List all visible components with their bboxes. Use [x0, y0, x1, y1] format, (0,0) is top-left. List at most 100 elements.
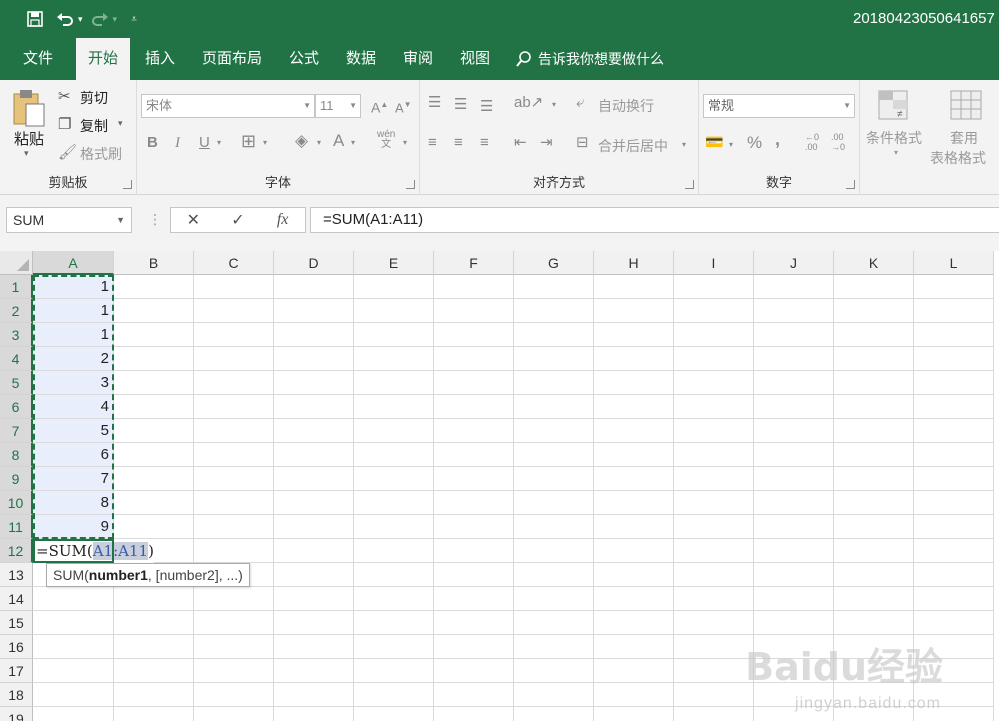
cell-d10[interactable] — [274, 491, 354, 515]
underline-dropdown-icon[interactable]: ▾ — [217, 134, 221, 152]
row-header-10[interactable]: 10 — [0, 491, 33, 515]
row-header-14[interactable]: 14 — [0, 587, 33, 611]
cell-i7[interactable] — [674, 419, 754, 443]
merge-center-icon[interactable]: ⊟ — [576, 134, 589, 152]
cell-d15[interactable] — [274, 611, 354, 635]
orientation-icon[interactable]: ab↗ — [514, 94, 543, 112]
cell-a9[interactable]: 7 — [33, 467, 114, 491]
cell-h12[interactable] — [594, 539, 674, 563]
cell-i5[interactable] — [674, 371, 754, 395]
font-size-select[interactable]: 11 ▼ — [315, 94, 361, 118]
paste-button[interactable]: 粘贴 — [14, 128, 44, 149]
cell-j3[interactable] — [754, 323, 834, 347]
cell-l14[interactable] — [914, 587, 994, 611]
cell-i8[interactable] — [674, 443, 754, 467]
cell-a5[interactable]: 3 — [33, 371, 114, 395]
cell-a19[interactable] — [33, 707, 114, 721]
cell-l8[interactable] — [914, 443, 994, 467]
percent-button[interactable]: % — [747, 134, 762, 152]
cell-f3[interactable] — [434, 323, 514, 347]
cell-c11[interactable] — [194, 515, 274, 539]
cell-e19[interactable] — [354, 707, 434, 721]
cell-j15[interactable] — [754, 611, 834, 635]
cell-j4[interactable] — [754, 347, 834, 371]
cell-h5[interactable] — [594, 371, 674, 395]
cell-e9[interactable] — [354, 467, 434, 491]
alignment-launcher-icon[interactable] — [685, 180, 694, 189]
cell-f8[interactable] — [434, 443, 514, 467]
cell-c7[interactable] — [194, 419, 274, 443]
cell-h4[interactable] — [594, 347, 674, 371]
cell-h15[interactable] — [594, 611, 674, 635]
align-bottom-icon[interactable]: ☰ — [480, 98, 493, 116]
cell-j2[interactable] — [754, 299, 834, 323]
row-header-4[interactable]: 4 — [0, 347, 33, 371]
undo-dropdown-icon[interactable]: ▾ — [78, 14, 83, 25]
cell-b11[interactable] — [114, 515, 194, 539]
row-header-11[interactable]: 11 — [0, 515, 33, 539]
increase-decimal-icon[interactable]: ←0.00 — [805, 132, 819, 152]
cell-l4[interactable] — [914, 347, 994, 371]
cell-b15[interactable] — [114, 611, 194, 635]
cell-g5[interactable] — [514, 371, 594, 395]
tab-insert[interactable]: 插入 — [134, 38, 186, 80]
cell-i4[interactable] — [674, 347, 754, 371]
cell-c1[interactable] — [194, 275, 274, 299]
select-all-button[interactable] — [0, 251, 33, 275]
cell-g12[interactable] — [514, 539, 594, 563]
cell-j1[interactable] — [754, 275, 834, 299]
cell-d16[interactable] — [274, 635, 354, 659]
tab-page-layout[interactable]: 页面布局 — [192, 38, 272, 80]
cell-b7[interactable] — [114, 419, 194, 443]
formula-bar-grip-icon[interactable]: ⋮ — [148, 211, 162, 228]
cell-a1[interactable]: 1 — [33, 275, 114, 299]
cell-h2[interactable] — [594, 299, 674, 323]
cell-c6[interactable] — [194, 395, 274, 419]
cell-i18[interactable] — [674, 683, 754, 707]
cell-h14[interactable] — [594, 587, 674, 611]
cell-i13[interactable] — [674, 563, 754, 587]
copy-icon[interactable]: ❐ — [58, 116, 71, 134]
cell-f4[interactable] — [434, 347, 514, 371]
shrink-font-icon[interactable]: A▼ — [395, 96, 412, 117]
column-header-g[interactable]: G — [514, 251, 594, 275]
name-box[interactable]: SUM ▼ — [6, 207, 132, 233]
align-left-icon[interactable]: ≡ — [428, 134, 437, 152]
cell-e15[interactable] — [354, 611, 434, 635]
cell-e6[interactable] — [354, 395, 434, 419]
cell-h3[interactable] — [594, 323, 674, 347]
cell-k6[interactable] — [834, 395, 914, 419]
cell-f1[interactable] — [434, 275, 514, 299]
row-header-3[interactable]: 3 — [0, 323, 33, 347]
cell-e12[interactable] — [354, 539, 434, 563]
cell-h10[interactable] — [594, 491, 674, 515]
cell-k1[interactable] — [834, 275, 914, 299]
copy-dropdown-icon[interactable]: ▾ — [118, 118, 123, 129]
cell-c14[interactable] — [194, 587, 274, 611]
column-header-k[interactable]: K — [834, 251, 914, 275]
cell-k12[interactable] — [834, 539, 914, 563]
format-as-table-label-1[interactable]: 套用 — [950, 128, 978, 148]
cell-g11[interactable] — [514, 515, 594, 539]
cell-d8[interactable] — [274, 443, 354, 467]
cell-e13[interactable] — [354, 563, 434, 587]
currency-dropdown-icon[interactable]: ▾ — [729, 136, 733, 154]
cell-l3[interactable] — [914, 323, 994, 347]
cell-a15[interactable] — [33, 611, 114, 635]
cell-c19[interactable] — [194, 707, 274, 721]
cell-g18[interactable] — [514, 683, 594, 707]
cell-i14[interactable] — [674, 587, 754, 611]
row-header-6[interactable]: 6 — [0, 395, 33, 419]
phonetic-icon[interactable]: wén 文 — [377, 130, 395, 150]
cell-g16[interactable] — [514, 635, 594, 659]
tab-data[interactable]: 数据 — [336, 38, 386, 80]
cell-i16[interactable] — [674, 635, 754, 659]
cell-k7[interactable] — [834, 419, 914, 443]
cell-i15[interactable] — [674, 611, 754, 635]
cell-k11[interactable] — [834, 515, 914, 539]
italic-button[interactable]: I — [175, 134, 180, 152]
cell-i17[interactable] — [674, 659, 754, 683]
cell-a16[interactable] — [33, 635, 114, 659]
cell-a17[interactable] — [33, 659, 114, 683]
increase-indent-icon[interactable]: ⇥ — [540, 134, 553, 152]
